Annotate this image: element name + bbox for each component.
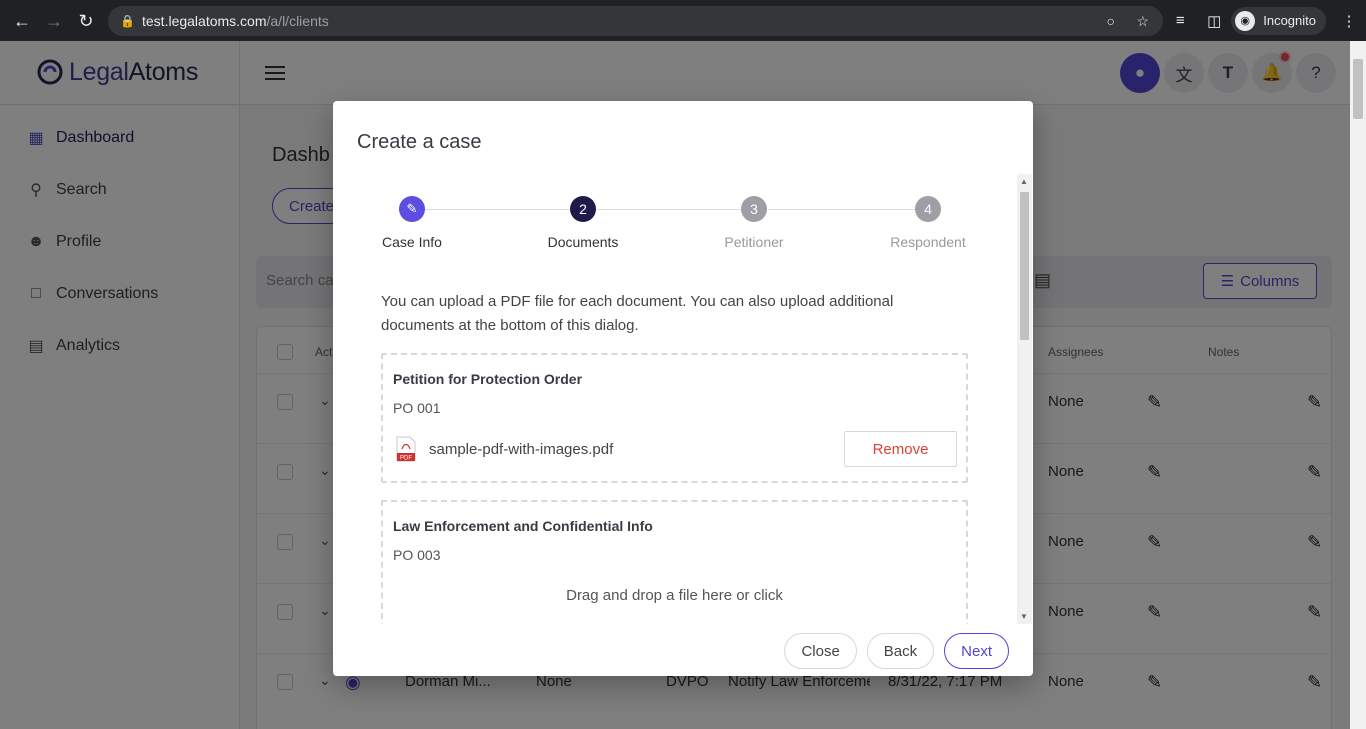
scroll-thumb[interactable] — [1020, 192, 1029, 340]
document-title: Petition for Protection Order — [393, 371, 583, 387]
step-documents[interactable]: 2 Documents — [523, 196, 643, 250]
document-code: PO 003 — [393, 547, 441, 563]
step-label: Petitioner — [724, 234, 784, 250]
remove-file-button[interactable]: Remove — [844, 431, 957, 467]
more-vert-icon[interactable]: ⋮ — [1332, 4, 1366, 38]
step-number: 3 — [741, 196, 767, 222]
step-label: Case Info — [382, 234, 442, 250]
file-dropzone[interactable]: Drag and drop a file here or click — [383, 587, 966, 604]
incognito-icon: ◉ — [1235, 10, 1256, 31]
upload-instructions: You can upload a PDF file for each docum… — [381, 293, 894, 334]
back-arrow-icon[interactable]: ← — [6, 5, 38, 37]
url-path: /a/l/clients — [266, 13, 329, 29]
step-number: 2 — [570, 196, 596, 222]
step-petitioner[interactable]: 3 Petitioner — [694, 196, 814, 250]
document-card[interactable]: Law Enforcement and Confidential Info PO… — [381, 500, 968, 624]
step-number: 4 — [915, 196, 941, 222]
document-title: Law Enforcement and Confidential Info — [393, 518, 653, 534]
step-label: Documents — [547, 234, 619, 250]
forward-arrow-icon[interactable]: → — [38, 5, 70, 37]
dialog-title: Create a case — [357, 131, 482, 153]
pdf-file-icon: PDF — [396, 436, 416, 462]
close-button[interactable]: Close — [784, 633, 857, 669]
side-panel-icon[interactable]: ◫ — [1197, 4, 1231, 38]
document-code: PO 001 — [393, 400, 441, 416]
reload-icon[interactable]: ↻ — [70, 5, 102, 37]
dialog-content: ✎ Case Info 2 Documents 3 Petitioner 4 R… — [333, 174, 1033, 624]
reading-list-icon[interactable]: ≡ — [1163, 4, 1197, 38]
browser-toolbar: ← → ↻ 🔒 test.legalatoms.com/a/l/clients … — [0, 0, 1366, 41]
address-bar[interactable]: 🔒 test.legalatoms.com/a/l/clients ○ ☆ — [108, 6, 1163, 36]
incognito-badge[interactable]: ◉ Incognito — [1231, 6, 1326, 35]
dialog-scrollbar[interactable]: ▲ ▼ — [1017, 174, 1032, 624]
step-respondent[interactable]: 4 Respondent — [868, 196, 988, 250]
create-case-dialog: Create a case ✎ Case Info 2 Documents 3 … — [333, 101, 1033, 676]
file-name: sample-pdf-with-images.pdf — [429, 441, 614, 458]
scroll-up-icon[interactable]: ▲ — [1020, 177, 1028, 186]
svg-text:PDF: PDF — [400, 456, 412, 462]
edit-icon: ✎ — [399, 196, 425, 222]
back-button[interactable]: Back — [866, 633, 935, 669]
lock-icon: 🔒 — [120, 14, 135, 28]
step-label: Respondent — [890, 234, 966, 250]
page-scrollbar[interactable] — [1350, 41, 1366, 729]
scroll-down-icon[interactable]: ▼ — [1020, 612, 1028, 621]
star-icon[interactable]: ☆ — [1136, 13, 1149, 30]
eye-off-icon[interactable]: ○ — [1107, 13, 1115, 29]
incognito-label: Incognito — [1263, 13, 1316, 28]
document-card: Petition for Protection Order PO 001 PDF… — [381, 353, 968, 483]
step-case-info[interactable]: ✎ Case Info — [352, 196, 472, 250]
url-host: test.legalatoms.com — [142, 13, 267, 29]
dialog-actions: Close Back Next — [784, 633, 1009, 669]
next-button[interactable]: Next — [944, 633, 1009, 669]
